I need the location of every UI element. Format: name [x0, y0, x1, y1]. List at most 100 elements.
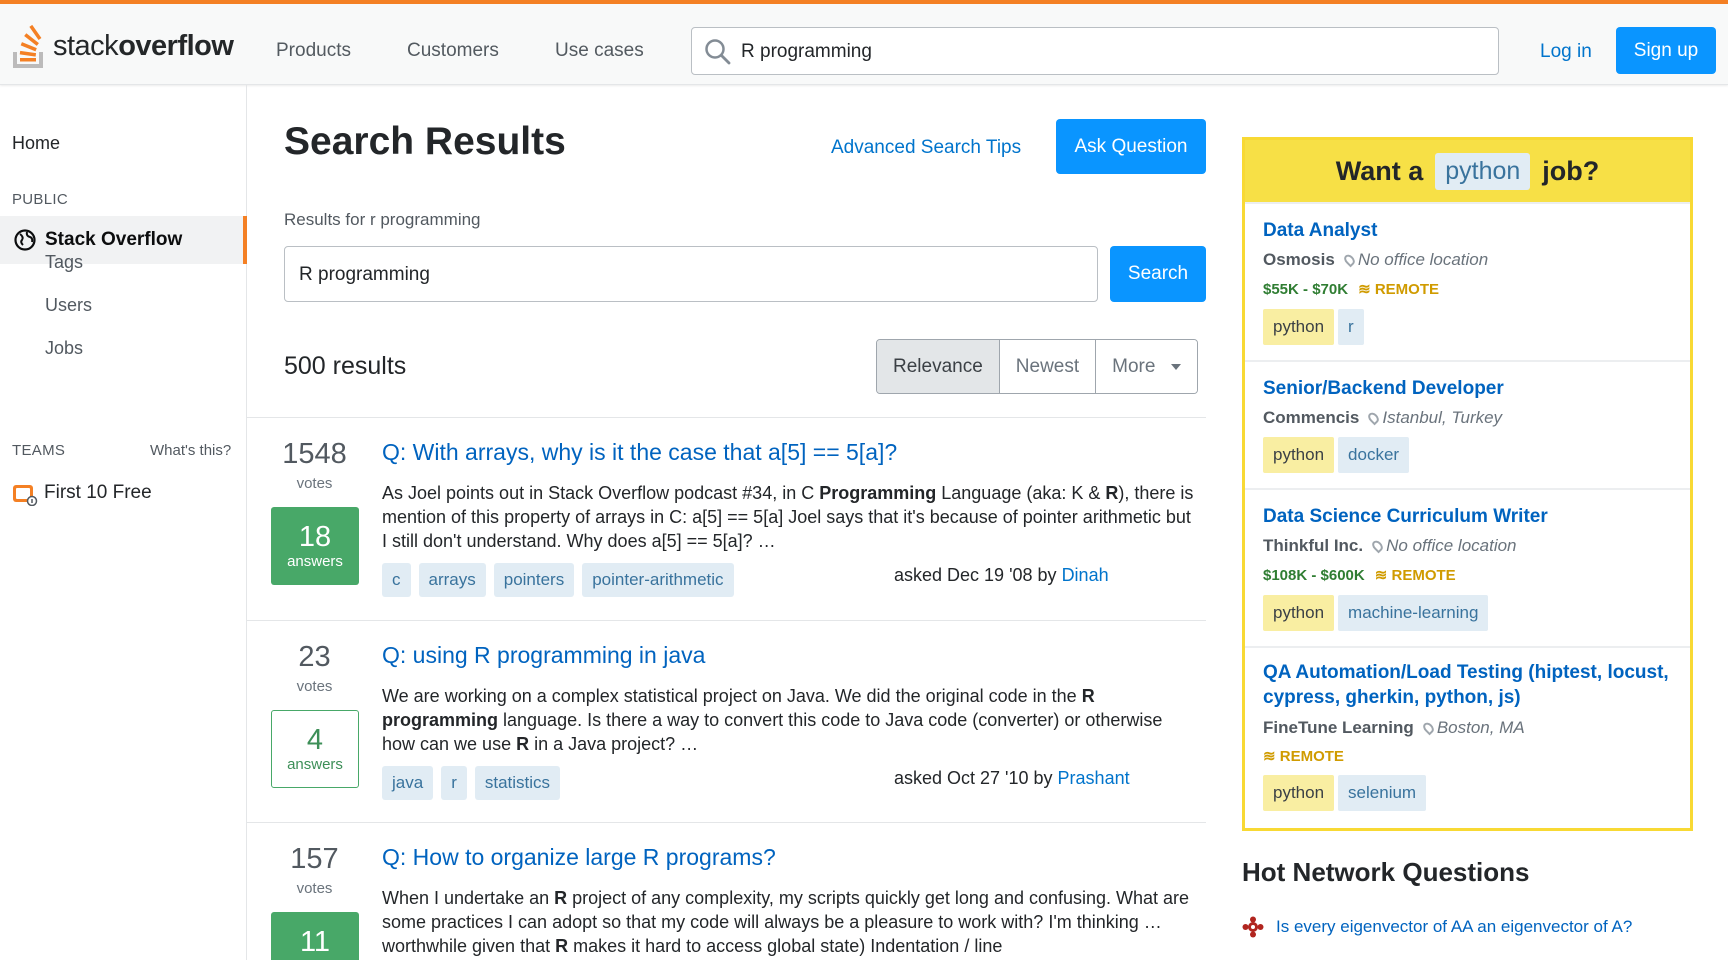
sidebar-item-home[interactable]: Home [12, 133, 60, 154]
search-result: 157 votes 11 answers Q: How to organize … [247, 822, 1206, 960]
job-tag-r[interactable]: r [1338, 309, 1364, 345]
remote-badge: ≋ REMOTE [1375, 567, 1456, 584]
stackoverflow-logo[interactable]: stackoverflow [11, 22, 234, 70]
sort-relevance-button[interactable]: Relevance [877, 340, 999, 393]
tag-r[interactable]: r [441, 766, 467, 800]
asked-info: asked Oct 27 '10 by Prashant [894, 768, 1130, 789]
location-pin-icon [1370, 538, 1386, 554]
job-location: Boston, MA [1420, 718, 1525, 737]
results-for-text: Results for r programming [284, 210, 481, 229]
job-tags: python selenium [1263, 775, 1427, 811]
job-tag-selenium[interactable]: selenium [1338, 775, 1427, 811]
top-bar: stackoverflow Products Customers Use cas… [0, 0, 1728, 85]
teams-first-10-free[interactable]: First 10 Free [12, 480, 152, 506]
sort-tabs: Relevance Newest More [876, 339, 1199, 394]
sort-newest-button[interactable]: Newest [998, 340, 1096, 393]
wifi-icon: ≋ [1358, 281, 1375, 298]
jobs-widget: Want a python job? Data Analyst Osmosis N… [1242, 137, 1693, 831]
answer-count-badge: 11 answers [271, 912, 359, 960]
job-listing[interactable]: Data Science Curriculum Writer Thinkful … [1245, 488, 1690, 646]
answer-count-badge: 4 answers [271, 710, 359, 788]
tag-pointer-arithmetic[interactable]: pointer-arithmetic [582, 563, 734, 597]
chevron-down-icon [1171, 363, 1182, 370]
asked-date: asked Oct 27 '10 by [894, 768, 1053, 788]
question-title-link[interactable]: Q: With arrays, why is it the case that … [382, 439, 897, 466]
sidebar-item-stack-overflow[interactable]: Stack Overflow [0, 216, 247, 264]
tag-c[interactable]: c [382, 563, 411, 597]
job-location: Istanbul, Turkey [1366, 408, 1502, 427]
job-company: Commencis Istanbul, Turkey [1263, 408, 1502, 428]
login-link[interactable]: Log in [1540, 41, 1592, 63]
top-search-value: R programming [741, 41, 872, 62]
job-tag-python[interactable]: python [1263, 595, 1335, 631]
main-search-value: R programming [299, 264, 430, 285]
nav-products[interactable]: Products [276, 40, 351, 62]
vote-count: 157 [290, 843, 339, 875]
jobs-header-tag[interactable]: python [1435, 152, 1531, 190]
job-tags: python r [1263, 309, 1364, 345]
job-title-link[interactable]: QA Automation/Load Testing (hiptest, loc… [1263, 660, 1673, 710]
company-name: Thinkful Inc. [1263, 536, 1364, 555]
tag-java[interactable]: java [382, 766, 434, 800]
question-title-link[interactable]: Q: using R programming in java [382, 642, 705, 669]
job-tag-machine-learning[interactable]: machine-learning [1338, 595, 1489, 631]
location-pin-icon [1366, 410, 1382, 426]
remote-badge: ≋ REMOTE [1358, 281, 1439, 298]
top-search-input[interactable]: R programming [691, 27, 1499, 75]
job-listing[interactable]: Data Analyst Osmosis No office location $… [1245, 202, 1690, 360]
votes-label: votes [296, 475, 333, 492]
ask-question-button[interactable]: Ask Question [1056, 119, 1206, 174]
sidebar-public-heading: PUBLIC [12, 191, 68, 208]
location-text: No office location [1386, 536, 1517, 555]
tag-pointers[interactable]: pointers [493, 563, 575, 597]
search-result: 1548 votes 18 answers Q: With arrays, wh… [247, 417, 1206, 620]
remote-text: REMOTE [1279, 748, 1344, 765]
job-title-link[interactable]: Data Analyst [1263, 218, 1673, 243]
stack-logo-icon [13, 24, 43, 68]
job-company: Thinkful Inc. No office location [1263, 536, 1517, 556]
logo-word-1: stack [53, 29, 119, 62]
hot-network-question-link[interactable]: Is every eigenvector of AA an eigenvecto… [1276, 917, 1632, 937]
advanced-search-tips-link[interactable]: Advanced Search Tips [831, 137, 1021, 159]
tag-statistics[interactable]: statistics [474, 766, 561, 800]
location-pin-icon [1420, 720, 1436, 736]
sort-more-dropdown[interactable]: More [1095, 340, 1198, 393]
hot-network-question[interactable]: Is every eigenvector of AA an eigenvecto… [1242, 916, 1632, 938]
job-title-link[interactable]: Senior/Backend Developer [1263, 376, 1673, 401]
sidebar-item-jobs[interactable]: Jobs [45, 338, 83, 359]
tag-arrays[interactable]: arrays [418, 563, 486, 597]
job-tags: python docker [1263, 437, 1410, 473]
job-tag-docker[interactable]: docker [1338, 437, 1410, 473]
vote-count: 23 [298, 641, 331, 673]
answer-count: 4 [306, 723, 324, 756]
jobs-header-pre: Want a [1335, 155, 1424, 186]
teams-whats-this-link[interactable]: What's this? [150, 442, 231, 459]
job-location: No office location [1341, 250, 1488, 269]
nav-use-cases[interactable]: Use cases [555, 40, 644, 62]
job-title-link[interactable]: Data Science Curriculum Writer [1263, 504, 1673, 529]
sidebar-item-users[interactable]: Users [45, 295, 92, 316]
sidebar-item-tags[interactable]: Tags [45, 252, 83, 273]
asker-user-link[interactable]: Prashant [1058, 768, 1130, 788]
signup-button[interactable]: Sign up [1616, 27, 1716, 74]
job-listing[interactable]: QA Automation/Load Testing (hiptest, loc… [1245, 646, 1690, 828]
job-tag-python[interactable]: python [1263, 437, 1335, 473]
remote-badge: ≋ REMOTE [1263, 748, 1344, 765]
job-tag-python[interactable]: python [1263, 309, 1335, 345]
asked-info: asked Dec 19 '08 by Dinah [894, 565, 1109, 586]
result-count: 500 results [284, 352, 407, 380]
globe-icon [14, 229, 36, 251]
salary-text: $55K - $70K [1263, 281, 1349, 298]
nav-customers[interactable]: Customers [407, 40, 499, 62]
question-excerpt: When I undertake an R project of any com… [382, 888, 1190, 956]
job-listing[interactable]: Senior/Backend Developer Commencis Istanb… [1245, 360, 1690, 488]
main-search-input[interactable]: R programming [284, 246, 1098, 302]
search-button[interactable]: Search [1110, 246, 1206, 302]
company-name: FineTune Learning [1263, 718, 1414, 737]
math-site-icon [1242, 916, 1264, 938]
asker-user-link[interactable]: Dinah [1062, 565, 1109, 585]
briefcase-icon [13, 485, 38, 506]
question-title-link[interactable]: Q: How to organize large R programs? [382, 844, 776, 871]
job-tag-python[interactable]: python [1263, 775, 1335, 811]
logo-word-2: overflow [118, 29, 234, 62]
